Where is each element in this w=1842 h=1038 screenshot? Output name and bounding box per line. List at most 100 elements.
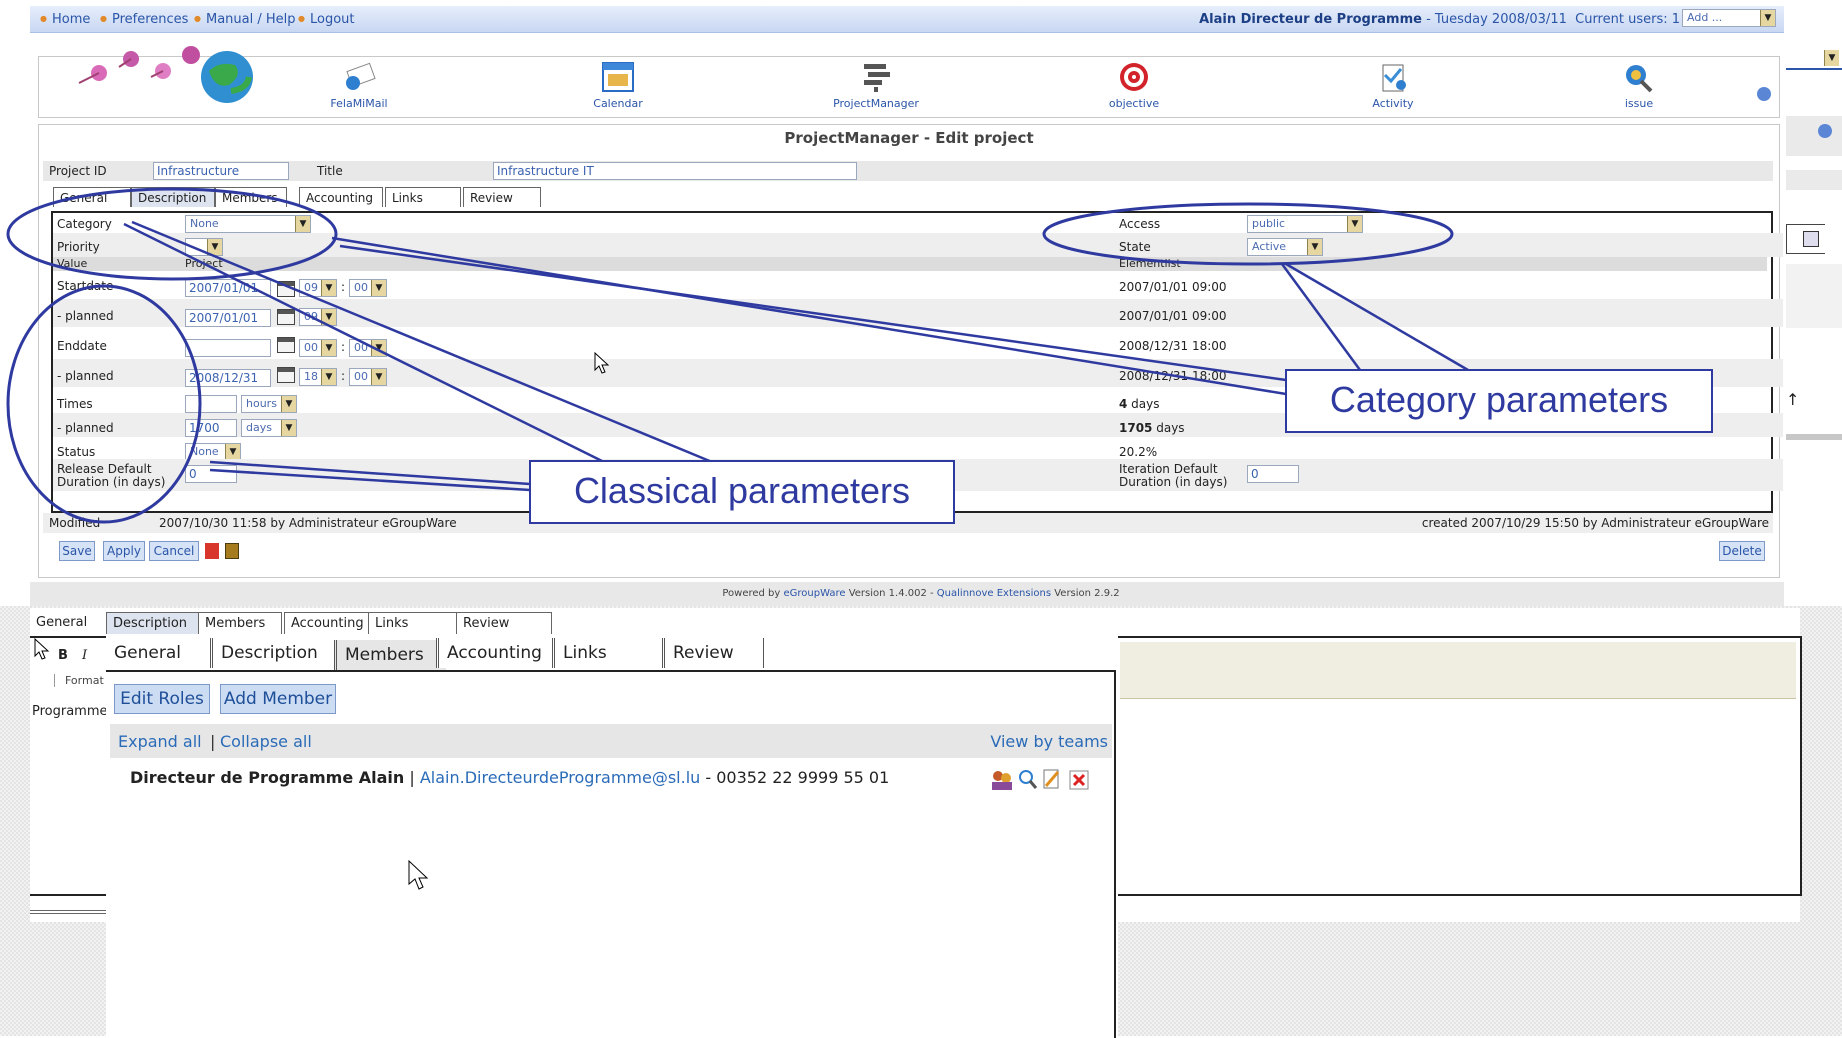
- planned-end-elementlist: 2008/12/31 18:00: [1119, 369, 1227, 383]
- project-id-input[interactable]: Infrastructure: [153, 162, 289, 180]
- qualinnove-link[interactable]: Qualinnove Extensions: [937, 588, 1051, 599]
- save-button[interactable]: Save: [59, 541, 95, 561]
- tab-general[interactable]: General: [53, 187, 131, 207]
- app-felamimail[interactable]: FelaMiMail: [299, 61, 419, 110]
- app-calendar[interactable]: Calendar: [558, 61, 678, 110]
- edit-roles-button[interactable]: Edit Roles: [114, 684, 210, 714]
- tab-review[interactable]: Review: [463, 187, 541, 207]
- times-input[interactable]: [185, 395, 237, 413]
- lower-tab-review[interactable]: Review: [456, 612, 552, 634]
- chevron-down-icon: ▼: [321, 309, 336, 325]
- status-label: Status: [57, 445, 96, 459]
- preferences-link[interactable]: Preferences: [100, 12, 188, 27]
- egroupware-link[interactable]: eGroupWare: [784, 588, 846, 599]
- editor-text: Programme: [32, 704, 108, 719]
- app-activity[interactable]: Activity: [1333, 61, 1453, 110]
- expand-all-link[interactable]: Expand all: [118, 732, 202, 751]
- end-min-select[interactable]: 00 ▼: [349, 339, 387, 357]
- members-tab-members[interactable]: Members: [334, 640, 446, 670]
- lower-tab-links[interactable]: Links: [368, 612, 460, 634]
- access-label: Access: [1119, 217, 1161, 231]
- italic-icon[interactable]: I: [82, 648, 87, 663]
- startdate-input[interactable]: 2007/01/01: [185, 279, 271, 297]
- access-select[interactable]: public ▼: [1247, 215, 1363, 233]
- members-tab-description[interactable]: Description: [210, 638, 336, 668]
- home-link[interactable]: Home: [40, 12, 90, 27]
- tab-description[interactable]: Description: [131, 187, 215, 207]
- edit-icon[interactable]: [1043, 769, 1060, 789]
- app-issue-label: issue: [1624, 97, 1654, 110]
- release-default-input[interactable]: 0: [185, 465, 237, 483]
- scroll-apps-icon[interactable]: [1757, 87, 1771, 101]
- start-hour-select[interactable]: 09 ▼: [299, 279, 337, 297]
- category-select[interactable]: None ▼: [185, 215, 311, 233]
- delete-button[interactable]: Delete: [1719, 541, 1765, 561]
- planned-end-hour-select[interactable]: 18 ▼: [299, 368, 337, 386]
- modified-label: Modified: [49, 516, 101, 530]
- collapse-all-link[interactable]: Collapse all: [220, 732, 312, 751]
- cancel-button[interactable]: Cancel: [149, 541, 199, 561]
- priority-select[interactable]: ▼: [185, 238, 223, 256]
- right-edge-panel: [1786, 116, 1842, 156]
- iteration-default-label-line2: Duration (in days): [1119, 475, 1228, 489]
- members-tab-links[interactable]: Links: [552, 638, 662, 668]
- time-separator: :: [341, 340, 346, 354]
- member-email-link[interactable]: Alain.DirecteurdeProgramme@sl.lu: [420, 768, 700, 787]
- manual-help-link[interactable]: Manual / Help: [194, 12, 296, 27]
- member-row: Directeur de Programme Alain | Alain.Dir…: [130, 768, 1110, 792]
- app-issue[interactable]: issue: [1579, 61, 1699, 110]
- start-min-select[interactable]: 00 ▼: [349, 279, 387, 297]
- projectmanager-icon: [864, 64, 890, 92]
- egroupware-version: Version 1.4.002 -: [845, 588, 937, 599]
- view-by-teams-link[interactable]: View by teams: [990, 732, 1108, 751]
- powered-by-text: Powered by: [722, 588, 784, 599]
- bold-icon[interactable]: B: [58, 648, 68, 663]
- apply-button[interactable]: Apply: [103, 541, 145, 561]
- state-select[interactable]: Active ▼: [1247, 238, 1323, 256]
- planned-times-input[interactable]: 1700: [185, 419, 237, 437]
- format-select[interactable]: Format: [54, 674, 104, 687]
- members-tab-accounting[interactable]: Accounting: [436, 638, 552, 668]
- members-tab-general[interactable]: General: [106, 638, 210, 668]
- planned-start-input[interactable]: 2007/01/01: [185, 309, 271, 327]
- globe-icon: [1818, 124, 1832, 138]
- chevron-down-icon: ▼: [295, 216, 310, 232]
- member-separator: |: [404, 768, 420, 787]
- members-tab-review[interactable]: Review: [662, 638, 764, 668]
- ganttchart-icon[interactable]: [225, 543, 239, 559]
- project-id-label: Project ID: [49, 164, 107, 178]
- enddate-label: Enddate: [57, 339, 107, 353]
- title-input[interactable]: Infrastructure IT: [493, 162, 857, 180]
- delete-icon[interactable]: [1069, 770, 1089, 790]
- tab-members[interactable]: Members: [215, 187, 287, 207]
- search-icon[interactable]: [1019, 770, 1038, 789]
- chevron-down-icon: ▼: [321, 340, 336, 356]
- calendar-icon[interactable]: [277, 337, 295, 353]
- planned-end-input[interactable]: 2008/12/31: [185, 369, 271, 387]
- add-select[interactable]: Add ... ▼: [1682, 9, 1776, 27]
- calendar-icon[interactable]: [277, 309, 295, 325]
- lower-tab-members[interactable]: Members: [198, 612, 282, 634]
- chevron-down-icon: ▼: [225, 444, 240, 460]
- calendar-icon[interactable]: [277, 367, 295, 383]
- planned-end-min-select[interactable]: 00 ▼: [349, 368, 387, 386]
- iteration-default-input[interactable]: 0: [1247, 465, 1299, 483]
- calendar-icon[interactable]: [277, 281, 295, 297]
- add-member-button[interactable]: Add Member: [220, 684, 336, 714]
- tab-accounting[interactable]: Accounting: [299, 187, 383, 207]
- priority-label: Priority: [57, 240, 100, 254]
- tab-links[interactable]: Links: [385, 187, 461, 207]
- planned-times-unit-select[interactable]: days ▼: [241, 419, 297, 437]
- logout-link[interactable]: Logout: [298, 12, 355, 27]
- app-projectmanager[interactable]: ProjectManager: [816, 61, 936, 110]
- pdf-icon[interactable]: [205, 543, 219, 559]
- users-icon[interactable]: [992, 771, 1012, 790]
- times-unit-select[interactable]: hours ▼: [241, 395, 297, 413]
- app-activity-label: Activity: [1372, 97, 1414, 110]
- planned-times-elementlist: 1705 days: [1119, 421, 1185, 435]
- lower-tab-general[interactable]: General: [30, 612, 104, 634]
- enddate-input[interactable]: [185, 339, 271, 357]
- planned-start-hour-select[interactable]: 09 ▼: [299, 308, 337, 326]
- end-hour-select[interactable]: 00 ▼: [299, 339, 337, 357]
- app-objective[interactable]: objective: [1074, 61, 1194, 110]
